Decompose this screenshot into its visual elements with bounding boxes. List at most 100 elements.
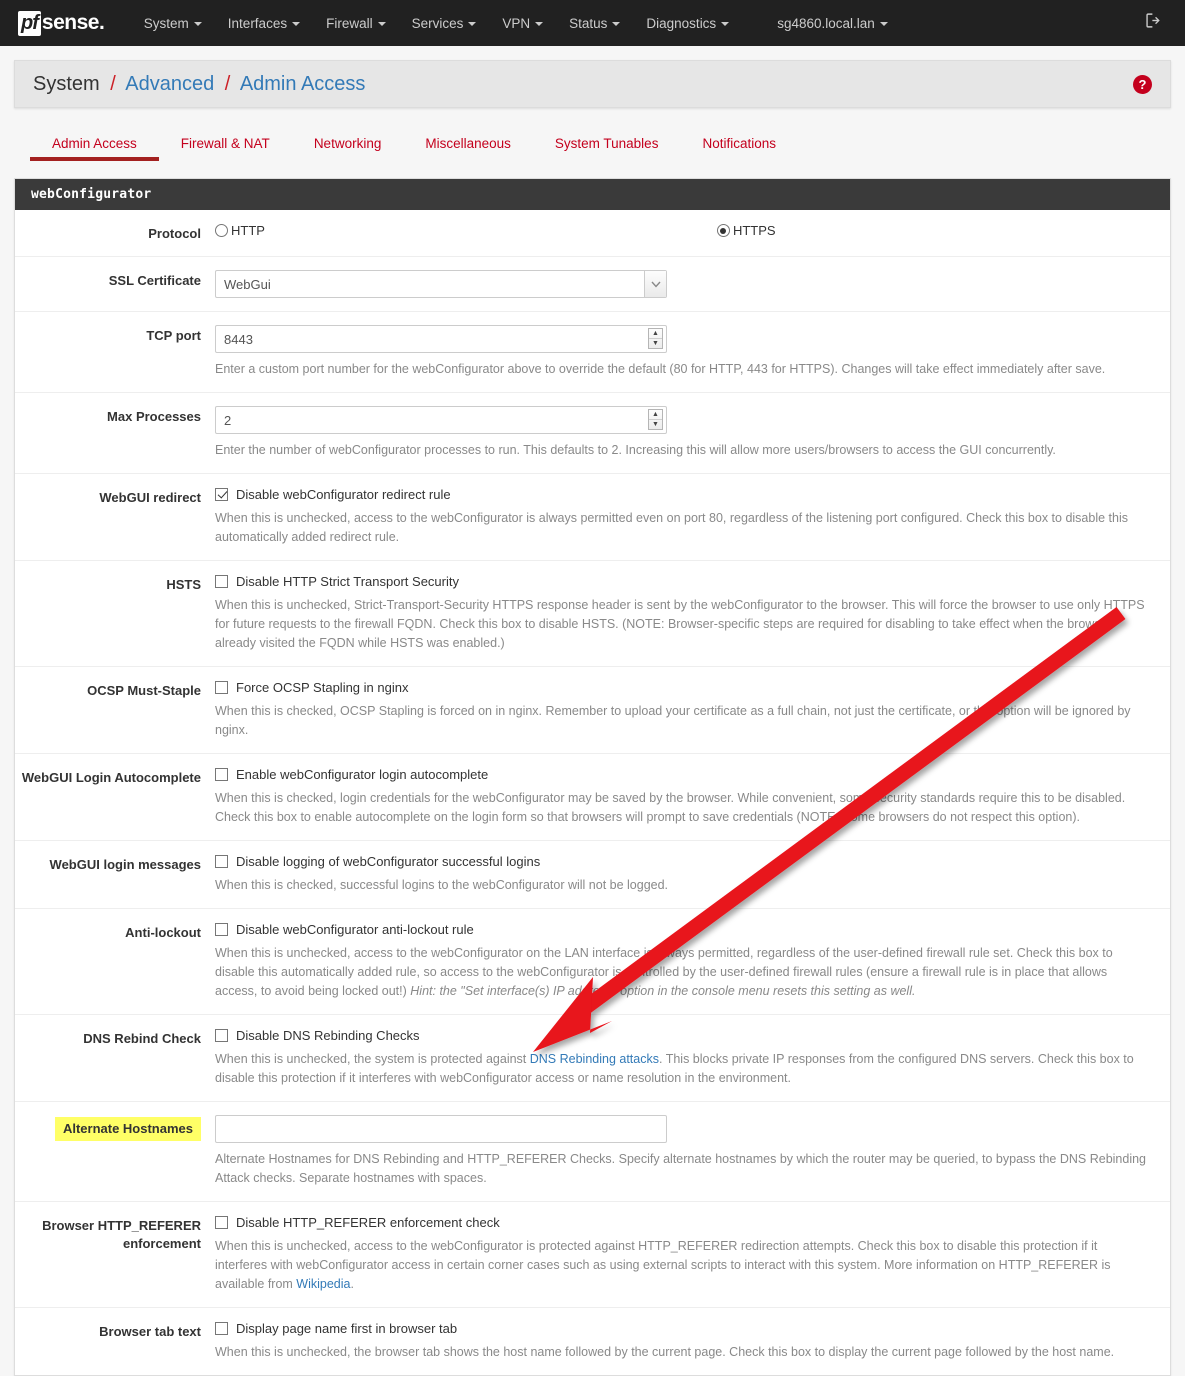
login-autocomplete-label: WebGUI Login Autocomplete bbox=[21, 770, 201, 785]
tab-bar: Admin Access Firewall & NAT Networking M… bbox=[30, 130, 1171, 161]
tab-system-tunables[interactable]: System Tunables bbox=[533, 130, 681, 161]
webgui-redirect-checkbox-row[interactable]: Disable webConfigurator redirect rule bbox=[215, 487, 1152, 502]
form-row-http-referer: Browser HTTP_REFERER enforcement Disable… bbox=[15, 1202, 1170, 1308]
alternate-hostnames-help: Alternate Hostnames for DNS Rebinding an… bbox=[215, 1152, 1147, 1185]
breadcrumb-link-advanced[interactable]: Advanced bbox=[125, 73, 214, 95]
max-processes-spinner[interactable]: ▲ ▼ bbox=[648, 409, 663, 430]
help-icon[interactable]: ? bbox=[1133, 74, 1152, 94]
tab-firewall-nat[interactable]: Firewall & NAT bbox=[159, 130, 292, 161]
anti-lockout-help: When this is unchecked, access to the we… bbox=[215, 944, 1152, 1001]
breadcrumb-separator: / bbox=[224, 72, 231, 95]
login-messages-label: WebGUI login messages bbox=[49, 857, 201, 872]
http-referer-help: When this is unchecked, access to the we… bbox=[215, 1237, 1152, 1294]
logo-dot: . bbox=[98, 11, 105, 34]
login-autocomplete-checkbox-row[interactable]: Enable webConfigurator login autocomplet… bbox=[215, 767, 1152, 782]
logout-icon[interactable] bbox=[1138, 8, 1171, 38]
dns-rebind-checkbox-label: Disable DNS Rebinding Checks bbox=[236, 1028, 420, 1043]
spinner-up-icon[interactable]: ▲ bbox=[649, 329, 662, 339]
anti-lockout-label: Anti-lockout bbox=[125, 925, 201, 940]
login-messages-checkbox-label: Disable logging of webConfigurator succe… bbox=[236, 854, 541, 869]
form-row-browser-tab-text: Browser tab text Display page name first… bbox=[15, 1308, 1170, 1375]
tcp-port-stepper-wrapper: ▲ ▼ bbox=[215, 325, 667, 353]
tcp-port-help: Enter a custom port number for the webCo… bbox=[215, 362, 1106, 376]
nav-label: System bbox=[143, 15, 189, 31]
dns-rebind-checkbox-row[interactable]: Disable DNS Rebinding Checks bbox=[215, 1028, 1152, 1043]
form-row-dns-rebind-check: DNS Rebind Check Disable DNS Rebinding C… bbox=[15, 1015, 1170, 1102]
protocol-label: Protocol bbox=[148, 226, 201, 241]
form-row-login-messages: WebGUI login messages Disable logging of… bbox=[15, 841, 1170, 909]
protocol-radio-http[interactable]: HTTP bbox=[215, 223, 265, 238]
max-processes-input[interactable] bbox=[215, 406, 667, 434]
nav-item-hostname[interactable]: sg4860.local.lan bbox=[764, 10, 901, 37]
hsts-checkbox-row[interactable]: Disable HTTP Strict Transport Security bbox=[215, 574, 1152, 589]
chevron-down-icon bbox=[721, 21, 730, 26]
http-referer-checkbox-row[interactable]: Disable HTTP_REFERER enforcement check bbox=[215, 1215, 1152, 1230]
form-row-ssl-certificate: SSL Certificate WebGui bbox=[15, 257, 1170, 312]
dns-rebinding-attacks-link[interactable]: DNS Rebinding attacks bbox=[530, 1052, 659, 1066]
login-messages-checkbox-row[interactable]: Disable logging of webConfigurator succe… bbox=[215, 854, 1152, 869]
spinner-down-icon[interactable]: ▼ bbox=[649, 339, 662, 348]
browser-tab-text-checkbox-row[interactable]: Display page name first in browser tab bbox=[215, 1321, 1152, 1336]
ssl-certificate-select[interactable]: WebGui bbox=[215, 270, 667, 298]
checkbox-icon bbox=[215, 923, 228, 936]
protocol-radio-https[interactable]: HTTPS bbox=[716, 223, 776, 238]
nav-item-firewall[interactable]: Firewall bbox=[313, 10, 399, 37]
chevron-down-icon bbox=[879, 21, 888, 26]
anti-lockout-checkbox-label: Disable webConfigurator anti-lockout rul… bbox=[236, 922, 474, 937]
login-autocomplete-checkbox-label: Enable webConfigurator login autocomplet… bbox=[236, 767, 489, 782]
navbar-right-group bbox=[1138, 8, 1171, 38]
max-processes-label: Max Processes bbox=[107, 409, 201, 424]
breadcrumb: System / Advanced / Admin Access bbox=[33, 73, 365, 96]
ocsp-checkbox-row[interactable]: Force OCSP Stapling in nginx bbox=[215, 680, 1152, 695]
nav-item-system[interactable]: System bbox=[131, 10, 215, 37]
form-row-hsts: HSTS Disable HTTP Strict Transport Secur… bbox=[15, 561, 1170, 667]
tab-label: System Tunables bbox=[554, 136, 659, 151]
nav-item-status[interactable]: Status bbox=[556, 10, 633, 37]
chevron-down-icon bbox=[377, 21, 386, 26]
anti-lockout-help-hint: Hint: the "Set interface(s) IP address" … bbox=[410, 984, 916, 998]
hsts-label: HSTS bbox=[166, 577, 201, 592]
ssl-certificate-label: SSL Certificate bbox=[108, 273, 201, 288]
spinner-down-icon[interactable]: ▼ bbox=[649, 420, 662, 429]
top-navigation-bar: pf sense . System Interfaces Firewall Se… bbox=[0, 0, 1185, 46]
tcp-port-label: TCP port bbox=[146, 328, 201, 343]
form-row-max-processes: Max Processes ▲ ▼ Enter the number of we… bbox=[15, 393, 1170, 474]
tab-miscellaneous[interactable]: Miscellaneous bbox=[403, 130, 533, 161]
radio-indicator bbox=[215, 224, 228, 237]
browser-tab-text-label: Browser tab text bbox=[99, 1324, 201, 1339]
webgui-redirect-checkbox-label: Disable webConfigurator redirect rule bbox=[236, 487, 451, 502]
tcp-port-spinner[interactable]: ▲ ▼ bbox=[648, 328, 663, 349]
tab-notifications[interactable]: Notifications bbox=[680, 130, 798, 161]
nav-item-services[interactable]: Services bbox=[399, 10, 490, 37]
hsts-checkbox-label: Disable HTTP Strict Transport Security bbox=[236, 574, 459, 589]
alternate-hostnames-input[interactable] bbox=[215, 1115, 667, 1143]
tab-networking[interactable]: Networking bbox=[292, 130, 404, 161]
pfsense-logo[interactable]: pf sense . bbox=[18, 10, 105, 36]
form-row-ocsp-must-staple: OCSP Must-Staple Force OCSP Stapling in … bbox=[15, 667, 1170, 754]
tab-label: Firewall & NAT bbox=[180, 136, 270, 151]
spinner-up-icon[interactable]: ▲ bbox=[649, 410, 662, 420]
nav-item-interfaces[interactable]: Interfaces bbox=[215, 10, 313, 37]
nav-label: Firewall bbox=[326, 15, 373, 31]
nav-item-diagnostics[interactable]: Diagnostics bbox=[633, 10, 742, 37]
http-referer-label-line2: enforcement bbox=[122, 1236, 201, 1251]
max-processes-stepper-wrapper: ▲ ▼ bbox=[215, 406, 667, 434]
breadcrumb-root: System bbox=[33, 72, 100, 95]
wikipedia-link[interactable]: Wikipedia bbox=[296, 1277, 350, 1291]
login-messages-help: When this is checked, successful logins … bbox=[215, 878, 669, 892]
breadcrumb-header: System / Advanced / Admin Access ? bbox=[14, 60, 1171, 108]
checkbox-icon bbox=[215, 681, 228, 694]
protocol-radio-group: HTTP HTTPS bbox=[215, 223, 1152, 238]
tab-label: Notifications bbox=[702, 136, 776, 151]
tcp-port-input[interactable] bbox=[215, 325, 667, 353]
chevron-down-icon bbox=[468, 21, 477, 26]
logo-sense-text: sense bbox=[41, 11, 100, 34]
nav-item-vpn[interactable]: VPN bbox=[489, 10, 556, 37]
anti-lockout-checkbox-row[interactable]: Disable webConfigurator anti-lockout rul… bbox=[215, 922, 1152, 937]
nav-label: sg4860.local.lan bbox=[777, 15, 875, 31]
form-row-tcp-port: TCP port ▲ ▼ Enter a custom port number … bbox=[15, 312, 1170, 393]
form-row-protocol: Protocol HTTP HTTPS bbox=[15, 210, 1170, 257]
breadcrumb-link-admin-access[interactable]: Admin Access bbox=[240, 73, 366, 95]
tab-admin-access[interactable]: Admin Access bbox=[30, 130, 159, 161]
tab-label: Admin Access bbox=[52, 136, 137, 151]
